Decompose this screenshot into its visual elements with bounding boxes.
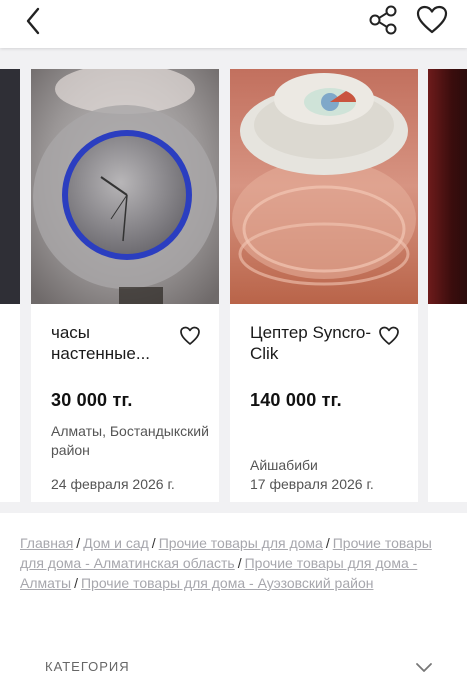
breadcrumb-separator: / [151,535,156,551]
heart-outline-icon[interactable] [179,325,201,347]
heart-outline-icon[interactable] [415,4,449,36]
breadcrumb-separator: / [325,535,330,551]
breadcrumb-link[interactable]: Дом и сад [83,535,149,551]
breadcrumb-separator: / [237,555,242,571]
category-label: КАТЕГОРИЯ [45,659,130,674]
chevron-left-icon[interactable] [20,6,50,36]
item-title[interactable]: Цептер Syncro-Clik [250,322,380,364]
item-card[interactable]: часы настенные... 30 000 тг. Алматы, Бос… [31,69,219,502]
item-card[interactable]: Цептер Syncro-Clik 140 000 тг. Айшабиби … [230,69,418,502]
breadcrumb: Главная / Дом и сад / Прочие товары для дома… [20,533,440,593]
previous-card-photo[interactable] [0,69,20,304]
item-date: 17 февраля 2026 г. [250,476,374,492]
breadcrumb-link[interactable]: Главная [20,535,73,551]
wall-clock-photo [31,69,219,304]
item-date: 24 февраля 2026 г. [51,476,175,492]
heart-outline-icon[interactable] [378,325,400,347]
item-location: Алматы, Бостандыкский район [51,423,209,458]
next-card[interactable] [428,69,467,502]
item-title[interactable]: часы настенные... [51,322,181,364]
share-icon[interactable] [367,5,399,35]
breadcrumb-link[interactable]: Прочие товары для дома [159,535,323,551]
breadcrumb-link[interactable]: Прочие товары для дома - Ауэзовский райо… [81,575,373,591]
cookware-lid-photo [230,69,418,304]
next-card-photo [428,69,467,304]
top-bar [0,0,467,48]
item-price: 30 000 тг. [51,390,133,410]
item-location: Айшабиби [250,457,318,473]
item-price: 140 000 тг. [250,390,342,410]
breadcrumb-separator: / [74,575,78,591]
category-accordion[interactable]: КАТЕГОРИЯ [0,645,467,691]
breadcrumb-separator: / [76,535,81,551]
similar-items-carousel[interactable]: часы настенные... 30 000 тг. Алматы, Бос… [0,48,467,513]
chevron-down-icon[interactable] [414,657,434,677]
previous-card[interactable] [0,304,20,502]
